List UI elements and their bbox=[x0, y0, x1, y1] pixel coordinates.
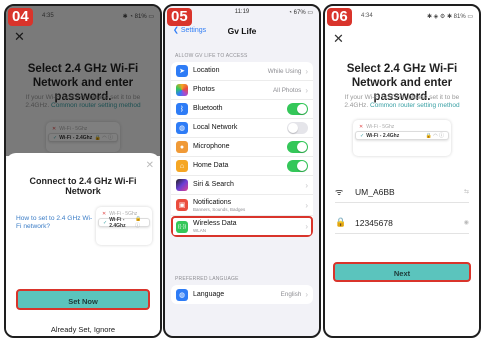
router-method-link[interactable]: Common router setting method bbox=[370, 102, 460, 109]
row-photos[interactable]: Photos All Photos › bbox=[171, 81, 313, 100]
local-network-toggle[interactable] bbox=[287, 122, 308, 134]
location-icon: ➤ bbox=[176, 65, 188, 77]
chevron-right-icon: › bbox=[305, 180, 308, 190]
section-header-language: PREFERRED LANGUAGE bbox=[175, 276, 239, 282]
nav-title: Gv Life bbox=[227, 26, 257, 36]
eye-icon[interactable]: ◉ bbox=[464, 219, 469, 226]
notifications-icon: ▣ bbox=[176, 199, 188, 211]
row-local-network: ◍ Local Network bbox=[171, 119, 313, 138]
chevron-right-icon: › bbox=[305, 222, 308, 231]
globe-icon: ◍ bbox=[176, 288, 188, 301]
chevron-right-icon: › bbox=[305, 290, 308, 299]
chevron-right-icon: › bbox=[305, 66, 308, 76]
microphone-icon: ● bbox=[176, 141, 188, 153]
hint-text: If your Wi-Fi is 5GHz, please set it to … bbox=[344, 94, 460, 109]
ignore-button[interactable]: Already Set, Ignore bbox=[6, 325, 160, 334]
language-list: ◍ Language English › bbox=[171, 285, 313, 304]
row-microphone: ● Microphone bbox=[171, 138, 313, 157]
section-header-access: ALLOW GV LIFE TO ACCESS bbox=[175, 53, 248, 59]
close-icon[interactable]: ✕ bbox=[333, 32, 344, 45]
row-wireless-data[interactable]: ((·)) Wireless Data WLAN › bbox=[171, 216, 313, 237]
modal-overlay bbox=[6, 6, 160, 156]
home-icon: ⌂ bbox=[176, 160, 188, 172]
status-icons: ✱ ◈ ⚙ ✱ 81% ▭ bbox=[426, 13, 473, 20]
bluetooth-icon: ᛒ bbox=[176, 103, 188, 115]
panel-step-05: 05 11:19 ◔ 67% ▭ ❮ Settings Gv Life ALLO… bbox=[163, 4, 321, 338]
microphone-toggle[interactable] bbox=[287, 141, 308, 153]
row-notifications[interactable]: ▣ Notifications Banners, Sounds, Badges › bbox=[171, 195, 313, 216]
status-time: 4:34 bbox=[361, 13, 373, 19]
next-button[interactable]: Next bbox=[333, 262, 471, 282]
wifi-icon: ᯤ bbox=[335, 187, 344, 197]
globe-icon: ◍ bbox=[176, 122, 188, 134]
photos-icon bbox=[176, 84, 188, 96]
illustration-wifi-5g: ✕Wi-Fi - 5Ghz bbox=[359, 123, 395, 130]
lock-icon: 🔒 bbox=[335, 217, 347, 227]
step-badge: 04 bbox=[8, 8, 33, 26]
access-list: ➤ Location While Using › Photos All Phot… bbox=[171, 62, 313, 237]
password-field[interactable]: 🔒 12345678 ◉ bbox=[335, 212, 469, 234]
home-data-toggle[interactable] bbox=[287, 160, 308, 172]
siri-icon bbox=[176, 179, 188, 191]
step-badge: 05 bbox=[167, 8, 192, 26]
wifi-illustration: ✕Wi-Fi - 5Ghz ✓Wi-Fi - 2.4Ghz🔒 ◠ ⓘ bbox=[353, 120, 451, 156]
bluetooth-toggle[interactable] bbox=[287, 103, 308, 115]
sheet-close-icon[interactable]: ✕ bbox=[146, 159, 154, 172]
row-bluetooth: ᛒ Bluetooth bbox=[171, 100, 313, 119]
row-location[interactable]: ➤ Location While Using › bbox=[171, 62, 313, 81]
status-icons: ◔ 67% ▭ bbox=[288, 10, 313, 16]
illustration-wifi-24: ✓Wi-Fi - 2.4Ghz🔒 ◠ ⓘ bbox=[355, 131, 449, 140]
row-home-data: ⌂ Home Data bbox=[171, 157, 313, 176]
illustration-blank bbox=[355, 140, 449, 149]
bottom-sheet: ✕ Connect to 2.4 GHz Wi-Fi Network How t… bbox=[6, 153, 160, 336]
wireless-data-icon: ((·)) bbox=[176, 220, 188, 233]
status-bar: 4:34 ✱ ◈ ⚙ ✱ 81% ▭ bbox=[361, 11, 473, 21]
howto-link[interactable]: How to set to 2.4 GHz Wi-Fi network? bbox=[16, 215, 94, 231]
chevron-right-icon: › bbox=[305, 85, 308, 95]
chevron-right-icon: › bbox=[305, 200, 308, 210]
row-language[interactable]: ◍ Language English › bbox=[171, 285, 313, 304]
wireless-data-label: Wireless Data WLAN bbox=[193, 220, 237, 233]
panel-step-06: 06 4:34 ✱ ◈ ⚙ ✱ 81% ▭ ✕ Select 2.4 GHz W… bbox=[323, 4, 481, 338]
sheet-illustration-24: ✓ Wi-Fi - 2.4Ghz 🔒 ⓘ bbox=[98, 216, 150, 229]
wifi-ssid-field[interactable]: ᯤ UM_A6BB ⇆ bbox=[335, 181, 469, 203]
row-siri-search[interactable]: Siri & Search › bbox=[171, 176, 313, 195]
panel-step-04: 04 4:35 ✱ ◔ 81% ▭ ✕ Select 2.4 GHz Wi-Fi… bbox=[4, 4, 162, 338]
step-badge: 06 bbox=[327, 8, 352, 26]
set-now-button[interactable]: Set Now bbox=[16, 289, 150, 310]
sheet-title: Connect to 2.4 GHz Wi-Fi Network bbox=[29, 176, 137, 196]
swap-icon[interactable]: ⇆ bbox=[464, 188, 469, 195]
sheet-wifi-illustration: ✕ Wi-Fi - 5Ghz ✓ Wi-Fi - 2.4Ghz 🔒 ⓘ bbox=[96, 207, 152, 245]
notifications-label: Notifications Banners, Sounds, Badges bbox=[193, 198, 246, 212]
